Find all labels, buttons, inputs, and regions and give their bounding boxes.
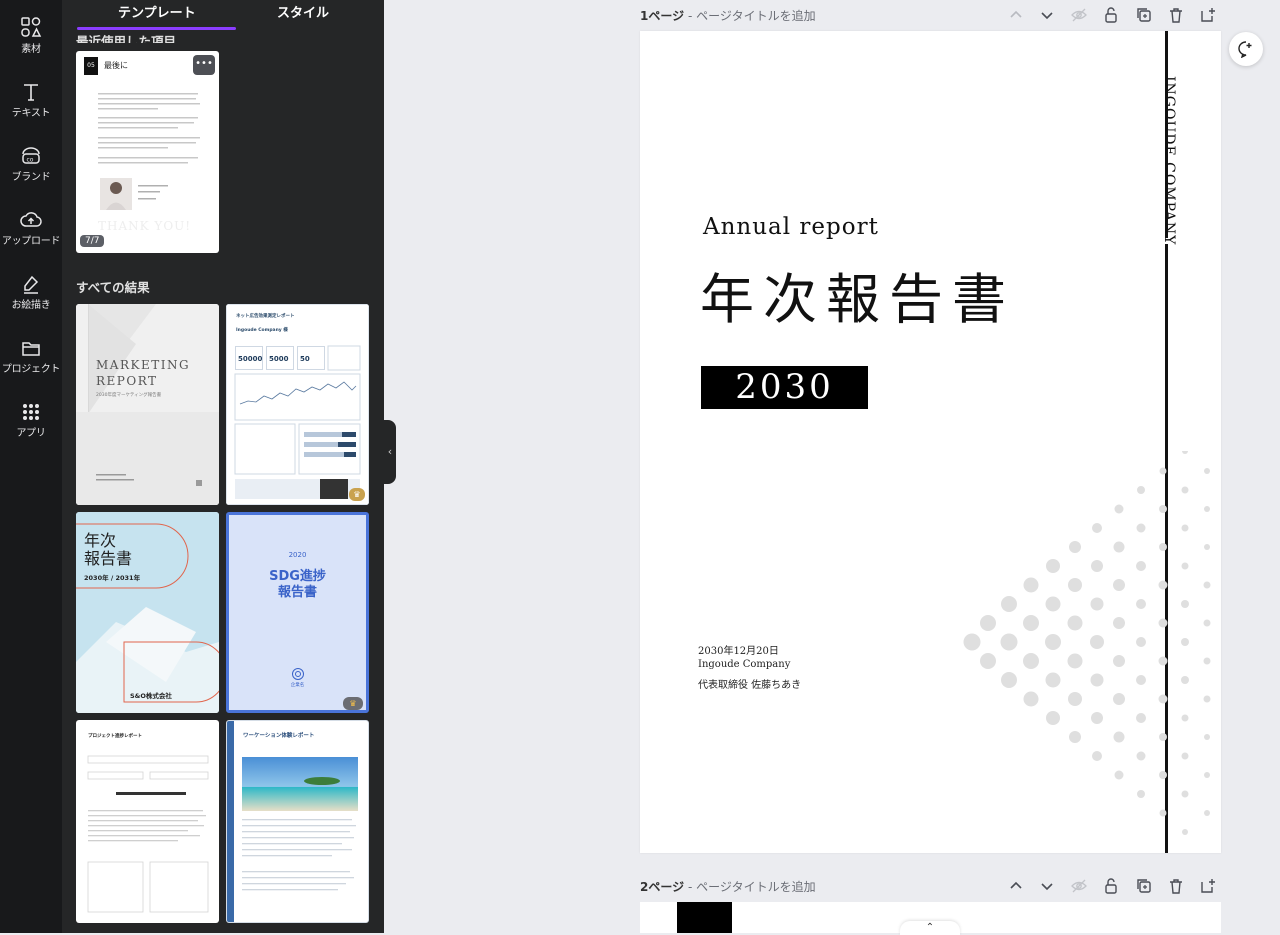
marketing-subtitle: 2030年度マーケティング報告書 xyxy=(96,393,162,398)
rail-label: 素材 xyxy=(21,44,41,55)
company-vertical-text[interactable]: INGOUDE COMPANY xyxy=(1161,76,1177,245)
move-page-down-icon[interactable] xyxy=(1038,877,1056,895)
page-count-badge: 7/7 xyxy=(80,235,105,247)
lock-page-icon[interactable] xyxy=(1102,6,1120,24)
sdg-title-2: 報告書 xyxy=(277,585,317,600)
template-thumb-project-progress[interactable]: プロジェクト進捗レポート xyxy=(76,720,219,923)
draw-icon xyxy=(24,275,39,294)
duplicate-page-icon[interactable] xyxy=(1135,6,1153,24)
title-ja[interactable]: 年次報告書 xyxy=(700,269,1015,331)
chevron-left-icon: ‹ xyxy=(387,445,393,458)
chevron-up-icon: ⌃ xyxy=(925,922,935,933)
rail-item-elements[interactable]: 素材 xyxy=(0,16,62,72)
page-2-black-block xyxy=(677,902,732,933)
dot-pattern-decoration xyxy=(963,451,1211,835)
sdg-title-1: SDG進捗 xyxy=(269,569,326,584)
collapse-panel-handle[interactable]: ‹ xyxy=(384,420,396,484)
page-2-header: 2ページ - ページタイトルを追加 xyxy=(640,880,816,894)
sdg-year: 2020 xyxy=(288,551,307,559)
rail-item-draw[interactable]: お絵描き xyxy=(0,274,62,330)
delete-page-icon[interactable] xyxy=(1167,6,1185,24)
text-icon xyxy=(24,84,38,101)
recent-section-title: 最近使用した項目 xyxy=(76,34,177,47)
annual-title-2: 報告書 xyxy=(84,549,133,568)
page-1-title-input[interactable]: ページタイトルを追加 xyxy=(696,9,816,23)
duplicate-page-icon[interactable] xyxy=(1135,877,1153,895)
add-page-icon[interactable] xyxy=(1199,877,1217,895)
comment-plus-icon xyxy=(1238,41,1252,58)
subtitle-en[interactable]: Annual report xyxy=(703,214,879,240)
delete-page-icon[interactable] xyxy=(1167,877,1185,895)
rail-label: アップロード xyxy=(1,236,61,247)
move-page-down-icon[interactable] xyxy=(1038,6,1056,24)
more-icon: ••• xyxy=(195,58,213,69)
annual-years: 2030年 / 2031年 xyxy=(84,574,141,582)
svg-text:co: co xyxy=(27,157,34,164)
template-thumb-annual-report[interactable]: 年次 報告書 2030年 / 2031年 S&O株式会社 xyxy=(76,512,219,713)
rail-item-apps[interactable]: アプリ xyxy=(0,402,62,458)
rail-item-brand[interactable]: co ブランド xyxy=(0,146,62,202)
add-page-icon[interactable] xyxy=(1199,6,1217,24)
rail-label: アプリ xyxy=(16,428,46,439)
page-2-title-input[interactable]: ページタイトルを追加 xyxy=(696,880,816,894)
marketing-title-1: MARKETING xyxy=(96,358,191,372)
kpi-chart-mini xyxy=(234,345,361,499)
rail-label: テキスト xyxy=(11,108,51,119)
template-thumb-marketing[interactable]: MARKETING REPORT 2030年度マーケティング報告書 xyxy=(76,304,219,505)
brand-icon: co xyxy=(22,147,40,164)
doc-date[interactable]: 2030年12月20日 xyxy=(698,642,779,657)
recent-template-thumb[interactable]: 05 最後に THANK YOU! ••• 7/7 xyxy=(76,51,219,253)
hide-page-icon[interactable] xyxy=(1070,877,1088,895)
apps-icon xyxy=(23,404,39,420)
crown-badge: ♛ xyxy=(349,488,365,501)
workation-beach-photo xyxy=(242,757,358,891)
doc-company[interactable]: Ingoude Company xyxy=(698,659,790,670)
side-nav-rail: 素材 テキスト co ブランド アップロード お絵描き プロジェクト アプリ xyxy=(0,0,62,933)
template-thumb-workation[interactable]: ワーケーション体験レポート xyxy=(226,720,369,923)
thank-you-text: THANK YOU! xyxy=(98,219,192,233)
sdg-company: 企業名 xyxy=(290,683,305,688)
all-results-title: すべての結果 xyxy=(76,280,150,295)
year-box[interactable]: 2030 xyxy=(701,366,868,409)
rail-label: お絵描き xyxy=(11,300,51,311)
template-panel: テンプレート スタイル 最近使用した項目 05 最後に THANK YOU! •… xyxy=(62,0,384,933)
rail-item-projects[interactable]: プロジェクト xyxy=(0,338,62,394)
marketing-title-2: REPORT xyxy=(96,374,158,388)
page-1-number: 1ページ xyxy=(640,9,685,23)
crown-icon: ♛ xyxy=(349,699,357,708)
tab-templates[interactable]: テンプレート xyxy=(118,2,196,21)
tab-styles[interactable]: スタイル xyxy=(277,2,329,21)
elements-icon xyxy=(21,17,42,37)
hide-page-icon[interactable] xyxy=(1070,6,1088,24)
folder-icon xyxy=(22,342,40,356)
rail-label: ブランド xyxy=(11,172,51,183)
annual-company: S&O株式会社 xyxy=(130,692,172,700)
target-icon xyxy=(292,668,304,680)
lock-page-icon[interactable] xyxy=(1102,877,1120,895)
active-tab-indicator xyxy=(77,27,236,30)
template-thumb-sdg[interactable]: 2020 SDG進捗 報告書 企業名 ♛ xyxy=(226,512,369,713)
doc-representative[interactable]: 代表取締役 佐藤ちあき xyxy=(698,676,801,691)
page-2-number: 2ページ xyxy=(640,880,685,894)
move-page-up-icon[interactable] xyxy=(1007,6,1025,24)
upload-icon xyxy=(20,212,42,227)
crown-badge: ♛ xyxy=(343,697,363,710)
move-page-up-icon[interactable] xyxy=(1007,877,1025,895)
rail-item-text[interactable]: テキスト xyxy=(0,82,62,138)
rail-label: プロジェクト xyxy=(1,364,61,375)
more-options-button[interactable]: ••• xyxy=(193,55,215,75)
annual-title-1: 年次 xyxy=(84,531,117,550)
page-1-header: 1ページ - ページタイトルを追加 xyxy=(640,9,816,23)
rail-item-upload[interactable]: アップロード xyxy=(0,210,62,266)
marketing-bg-shapes xyxy=(76,304,219,505)
design-page-1[interactable]: INGOUDE COMPANY Annual report 年次報告書 2030… xyxy=(640,31,1221,853)
add-comment-button[interactable] xyxy=(1229,32,1263,66)
crown-icon: ♛ xyxy=(353,490,361,499)
template-thumb-ad-report[interactable]: ネット広告効果測定レポート Ingoude Company 様 50000 50… xyxy=(226,304,369,505)
year-text: 2030 xyxy=(735,367,834,407)
project-form-lines xyxy=(87,755,209,913)
panel-tabs: テンプレート スタイル xyxy=(62,0,384,30)
